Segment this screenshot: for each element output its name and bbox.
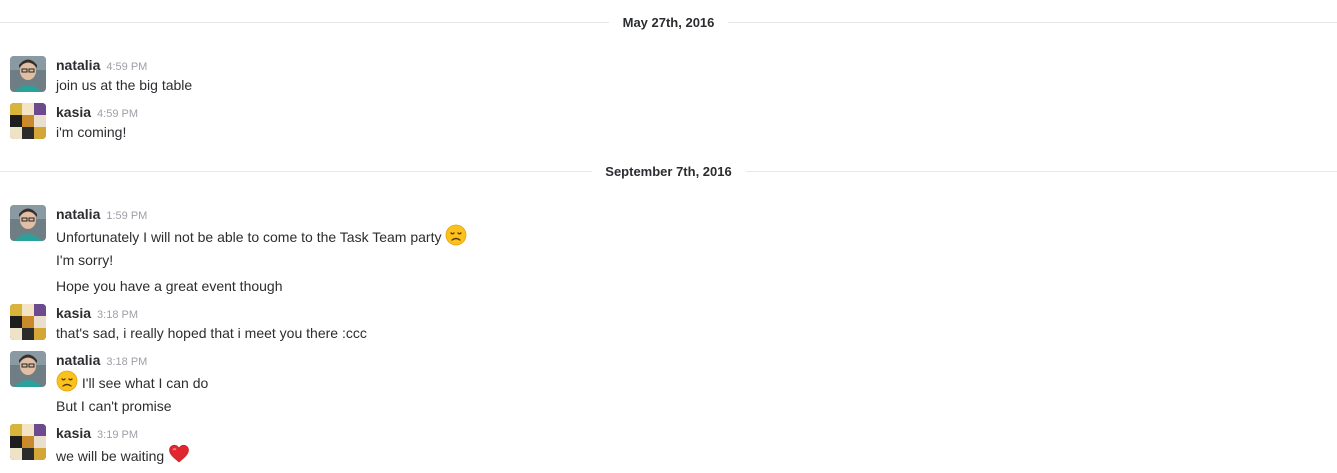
- message-timestamp[interactable]: 3:18 PM: [106, 356, 147, 368]
- day-divider-label: May 27th, 2016: [608, 13, 729, 33]
- avatar-kasia[interactable]: [10, 103, 46, 139]
- disappointed-face-emoji: [56, 370, 78, 392]
- avatar-natalia[interactable]: [10, 205, 46, 241]
- disappointed-face-emoji: [445, 224, 467, 246]
- message-text: we will be waiting: [56, 448, 165, 464]
- message-text: i'm coming!: [56, 124, 127, 140]
- author-name[interactable]: kasia: [56, 425, 91, 441]
- message-line: Unfortunately I will not be able to come…: [56, 224, 467, 247]
- message-line: we will be waiting: [56, 443, 190, 466]
- message-text: I'm sorry!: [56, 252, 114, 268]
- avatar-natalia[interactable]: [10, 351, 46, 387]
- author-name[interactable]: kasia: [56, 305, 91, 321]
- avatar-kasia[interactable]: [10, 304, 46, 340]
- message-text: join us at the big table: [56, 77, 193, 93]
- message-timestamp[interactable]: 3:18 PM: [97, 309, 138, 321]
- message-text: But I can't promise: [56, 398, 172, 414]
- author-name[interactable]: kasia: [56, 104, 91, 120]
- day-divider-label: September 7th, 2016: [591, 162, 746, 182]
- author-name[interactable]: natalia: [56, 206, 100, 222]
- avatar-natalia[interactable]: [10, 56, 46, 92]
- author-name[interactable]: natalia: [56, 352, 100, 368]
- avatar-kasia[interactable]: [10, 424, 46, 460]
- message-timestamp[interactable]: 4:59 PM: [106, 61, 147, 73]
- message-timestamp[interactable]: 4:59 PM: [97, 108, 138, 120]
- message-text: I'll see what I can do: [81, 375, 209, 391]
- message-line: I'll see what I can do: [56, 370, 208, 393]
- message-text: Hope you have a great event though: [56, 278, 283, 294]
- day-divider: September 7th, 2016: [0, 162, 1337, 182]
- message-timestamp[interactable]: 3:19 PM: [97, 429, 138, 441]
- red-heart-emoji: [168, 443, 190, 465]
- message-text: that's sad, i really hoped that i meet y…: [56, 325, 367, 341]
- day-divider: May 27th, 2016: [0, 13, 1337, 33]
- message-text: Unfortunately I will not be able to come…: [56, 229, 442, 245]
- author-name[interactable]: natalia: [56, 57, 100, 73]
- message-timestamp[interactable]: 1:59 PM: [106, 210, 147, 222]
